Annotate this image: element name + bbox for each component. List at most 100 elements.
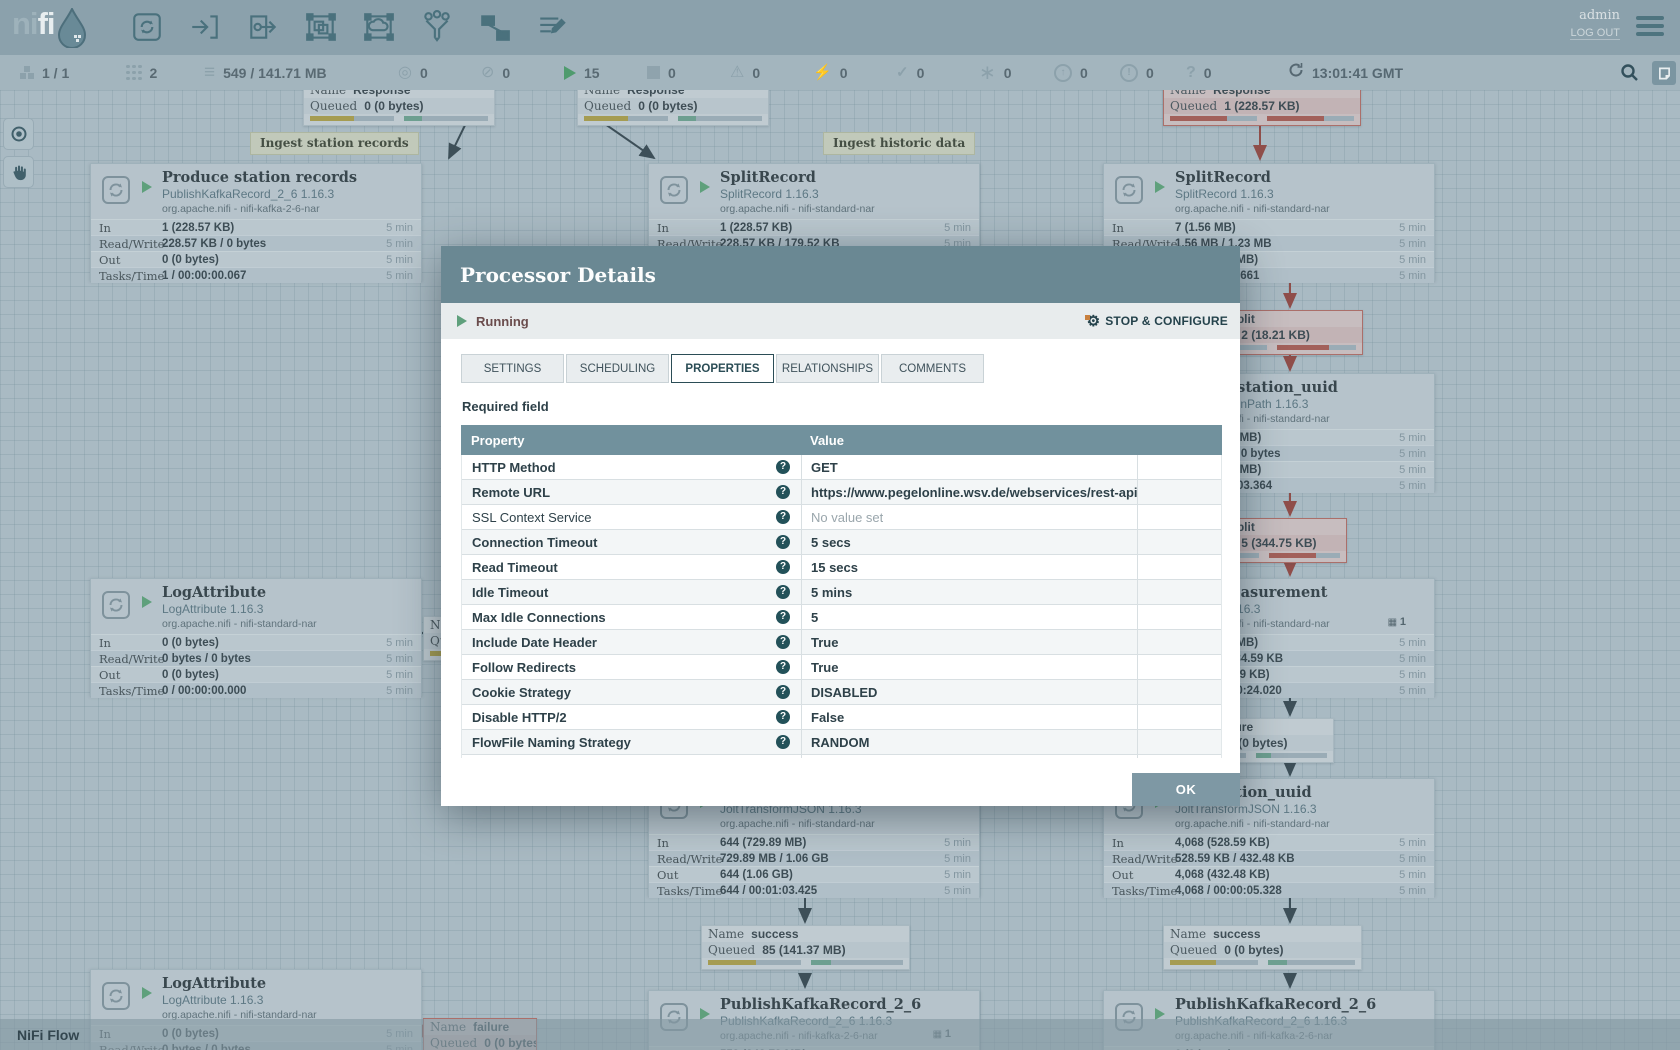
processor-type: LogAttribute 1.16.3: [162, 993, 317, 1007]
tab[interactable]: SETTINGS: [461, 354, 564, 383]
search-icon[interactable]: [1620, 63, 1639, 87]
cluster-nodes-icon: [20, 66, 34, 79]
tab[interactable]: RELATIONSHIPS: [776, 354, 879, 383]
tab[interactable]: COMMENTS: [881, 354, 984, 383]
properties-table-body: HTTP Method GET Remote URL: [461, 455, 1222, 758]
properties-table: Property Value HTTP Method GET: [461, 425, 1222, 758]
refresh-icon: [1288, 62, 1304, 83]
tab[interactable]: PROPERTIES: [671, 354, 774, 383]
status-count: 0: [668, 65, 676, 81]
status-count: 0: [840, 65, 848, 81]
running-status-icon: [457, 315, 467, 327]
ok-button[interactable]: OK: [1132, 773, 1240, 806]
property-value: 5: [811, 610, 818, 625]
property-row[interactable]: Disable HTTP/2 False: [462, 705, 1221, 730]
disabled-components-icon: [813, 65, 832, 80]
processor-node[interactable]: LogAttribute LogAttribute 1.16.3 org.apa…: [90, 578, 422, 696]
flow-label[interactable]: Ingest historic data: [823, 132, 975, 155]
process-group-tool-icon[interactable]: [302, 8, 340, 46]
property-row[interactable]: HTTP Method GET: [462, 455, 1221, 480]
processor-type-icon: [658, 174, 690, 211]
connection-label[interactable]: Namesuccess Queued85 (141.37 MB): [701, 925, 910, 970]
breadcrumb[interactable]: NiFi Flow: [17, 1027, 79, 1043]
property-name: Max Idle Connections: [472, 610, 606, 625]
connection-label[interactable]: Namesuccess Queued0 (0 bytes): [1163, 925, 1362, 970]
processor-bundle: org.apache.nifi - nifi-kafka-2-6-nar: [162, 203, 357, 215]
processor-tool-icon[interactable]: [128, 8, 166, 46]
stop-and-configure-button[interactable]: STOP & CONFIGURE: [1087, 314, 1228, 329]
bulletin-board-button[interactable]: [1652, 61, 1676, 85]
output-port-tool-icon[interactable]: [244, 8, 282, 46]
property-value: https://www.pegelonline.wsv.de/webservic…: [811, 485, 1137, 500]
flow-label[interactable]: Ingest station records: [250, 132, 419, 155]
status-count: 15: [584, 65, 600, 81]
status-count: 549 / 141.71 MB: [223, 65, 327, 81]
active-threads-icon: [126, 65, 142, 81]
breadcrumb-bar: NiFi Flow: [0, 1019, 1680, 1050]
label-tool-icon[interactable]: [534, 8, 572, 46]
remote-process-group-tool-icon[interactable]: [360, 8, 398, 46]
property-row[interactable]: Attributes to Send No value set: [462, 755, 1221, 758]
processor-type: LogAttribute 1.16.3: [162, 602, 317, 616]
connection-label[interactable]: NameResponse Queued1 (228.57 KB): [1163, 90, 1361, 126]
property-name: Connection Timeout: [472, 535, 597, 550]
property-row[interactable]: Max Idle Connections 5: [462, 605, 1221, 630]
processor-type-icon: [1113, 174, 1145, 211]
help-icon: [776, 735, 790, 749]
processor-type: PublishKafkaRecord_2_6 1.16.3: [162, 187, 357, 201]
property-row[interactable]: FlowFile Naming Strategy RANDOM: [462, 730, 1221, 755]
help-icon: [776, 610, 790, 624]
processor-bundle: org.apache.nifi - nifi-standard-nar: [1175, 818, 1330, 830]
help-icon: [776, 585, 790, 599]
dialog-tabs: SETTINGS SCHEDULING PROPERTIES RELATIONS…: [461, 354, 986, 383]
property-name: Remote URL: [472, 485, 550, 500]
connection-label[interactable]: NameResponse Queued0 (0 bytes): [577, 90, 769, 126]
status-item: 549 / 141.71 MB: [204, 55, 327, 90]
help-icon: [776, 510, 790, 524]
property-row[interactable]: SSL Context Service No value set: [462, 505, 1221, 530]
unknown-version-icon: [1186, 65, 1196, 81]
help-icon: [776, 710, 790, 724]
property-value: GET: [811, 460, 838, 475]
property-row[interactable]: Remote URL https://www.pegelonline.wsv.d…: [462, 480, 1221, 505]
status-item: 0: [647, 55, 676, 90]
global-menu-icon[interactable]: [1636, 16, 1664, 20]
funnel-tool-icon[interactable]: [418, 8, 456, 46]
property-value: RANDOM: [811, 735, 870, 750]
not-transmitting-remote-icon: [481, 65, 494, 81]
current-user-label: admin: [1570, 8, 1620, 23]
birdseye-toggle-button[interactable]: [3, 118, 34, 150]
processor-type: SplitRecord 1.16.3: [1175, 187, 1330, 201]
processor-node[interactable]: Produce station records PublishKafkaReco…: [90, 163, 422, 281]
property-value: False: [811, 710, 844, 725]
property-name: FlowFile Naming Strategy: [472, 735, 631, 750]
status-item: 15: [564, 55, 600, 90]
property-value: 5 mins: [811, 585, 852, 600]
transmitting-remote-icon: [398, 65, 412, 81]
logout-link[interactable]: LOG OUT: [1570, 27, 1620, 40]
nifi-logo: nifi: [12, 6, 87, 53]
property-row[interactable]: Include Date Header True: [462, 630, 1221, 655]
tab[interactable]: SCHEDULING: [566, 354, 669, 383]
property-row[interactable]: Idle Timeout 5 mins: [462, 580, 1221, 605]
template-tool-icon[interactable]: [476, 8, 514, 46]
status-item: 0: [896, 55, 924, 90]
running-status-icon: [142, 596, 152, 608]
running-status-icon: [700, 181, 710, 193]
input-port-tool-icon[interactable]: [186, 8, 224, 46]
status-count: 0: [752, 65, 760, 81]
processor-name: PublishKafkaRecord_2_6: [720, 996, 921, 1013]
refresh-status[interactable]: 13:01:41 GMT: [1288, 55, 1403, 90]
property-row[interactable]: Connection Timeout 5 secs: [462, 530, 1221, 555]
pan-hand-button[interactable]: [3, 156, 34, 188]
status-count: 0: [502, 65, 510, 81]
status-item: 1 / 1: [20, 55, 69, 90]
property-row[interactable]: Cookie Strategy DISABLED: [462, 680, 1221, 705]
logo-text: ni: [12, 6, 38, 42]
property-row[interactable]: Read Timeout 15 secs: [462, 555, 1221, 580]
processor-bundle: org.apache.nifi - nifi-standard-nar: [720, 818, 898, 830]
property-row[interactable]: Follow Redirects True: [462, 655, 1221, 680]
connection-label[interactable]: NameResponse Queued0 (0 bytes): [303, 90, 495, 126]
last-refreshed-time: 13:01:41 GMT: [1312, 65, 1403, 81]
up-to-date-versions-icon: [896, 65, 909, 80]
